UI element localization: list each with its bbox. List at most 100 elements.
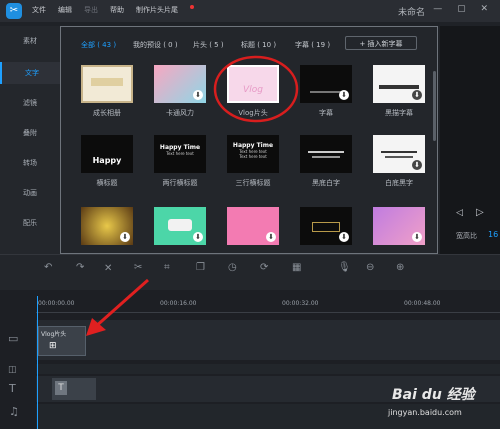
library-scrollbar[interactable] [433, 71, 436, 141]
thumb-decoration [91, 78, 123, 86]
mosaic-icon[interactable]: ▦ [292, 262, 301, 273]
zoom-in-icon[interactable]: ⊕ [396, 262, 404, 273]
play-icon[interactable]: ▷ [476, 207, 484, 218]
download-icon[interactable]: ⬇ [412, 160, 422, 170]
thumb-dark-ornament[interactable]: ⬇ [300, 207, 352, 245]
filter-intro[interactable]: 片头 ( 5 ) [193, 40, 224, 50]
ruler-tick: 00:00:32.00 [282, 300, 319, 307]
download-icon[interactable]: ⬇ [266, 232, 276, 242]
project-title: 未命名 [398, 8, 426, 18]
highlight-ring [213, 55, 299, 123]
app-logo-icon: ✂ [6, 3, 22, 19]
rotate-icon[interactable]: ⟳ [260, 262, 268, 273]
caption-three-line-title: 三行横标题 [235, 179, 271, 187]
window-controls[interactable]: — ▢ ✕ [433, 4, 494, 14]
timeline-clip-vlog[interactable]: Vlog片头 ⊞ [38, 326, 86, 356]
aspect-ratio-label: 宽高比 [456, 232, 477, 240]
thumb-title-text: Happy Time [232, 142, 274, 149]
nav-item-filter[interactable]: 滤镜 [0, 98, 60, 108]
thumb-white-on-black[interactable] [300, 135, 352, 173]
filter-all[interactable]: 全部 ( 43 ) [81, 40, 116, 50]
thumb-teal-badge[interactable]: ⬇ [154, 207, 206, 245]
caption-black-on-white: 白底黑字 [385, 179, 413, 187]
menu-make-intro[interactable]: 制作片头片尾 [136, 5, 178, 15]
download-icon[interactable]: ⬇ [193, 232, 203, 242]
filter-title[interactable]: 标题 ( 10 ) [241, 40, 276, 50]
ruler-tick: 00:00:16.00 [160, 300, 197, 307]
notification-dot [190, 5, 194, 9]
microphone-icon[interactable]: 🎙 [338, 262, 351, 273]
text-library-panel: 全部 ( 43 ) 我的预设 ( 0 ) 片头 ( 5 ) 标题 ( 10 ) … [60, 26, 438, 254]
caption-black-outline: 黑描字幕 [385, 109, 413, 117]
overlay-track-icon: ◫ [8, 365, 17, 375]
preview-panel [440, 26, 500, 254]
nav-item-animation[interactable]: 动画 [0, 188, 60, 198]
thumb-title-text: Happy Time [92, 156, 122, 165]
caption-horizontal-title: 横标题 [96, 179, 118, 187]
filter-my-presets[interactable]: 我的预设 ( 0 ) [133, 40, 178, 50]
caption-two-line-title: 两行横标题 [162, 179, 198, 187]
download-icon[interactable]: ⬇ [339, 232, 349, 242]
text-track-icon: T [9, 382, 16, 395]
download-icon[interactable]: ⬇ [412, 90, 422, 100]
menu-export[interactable]: 导出 [84, 5, 98, 15]
drag-cursor-icon: ⊞ [49, 341, 57, 351]
thumb-line [385, 156, 413, 158]
caption-white-on-black: 黑底白字 [312, 179, 340, 187]
zoom-out-icon[interactable]: ⊖ [366, 262, 374, 273]
thumb-subtitle-text: Text here text [166, 151, 194, 156]
thumb-cartoon[interactable]: ⬇ [154, 65, 206, 103]
menu-edit[interactable]: 编辑 [58, 5, 72, 15]
baidu-watermark-url: jingyan.baidu.com [388, 408, 462, 417]
nav-item-music[interactable]: 配乐 [0, 218, 60, 228]
thumb-line [310, 91, 342, 93]
nav-item-media[interactable]: 素材 [0, 36, 60, 50]
delete-icon[interactable]: ✕ [104, 263, 112, 274]
nav-item-transition[interactable]: 转场 [0, 158, 60, 168]
playhead[interactable] [37, 296, 38, 429]
aspect-ratio-value[interactable]: 16 [488, 230, 498, 239]
thumb-three-line-title[interactable]: Happy Time Text here text Text here text [227, 135, 279, 173]
undo-icon[interactable]: ↶ [44, 262, 52, 273]
thumb-title-text: Happy Time [159, 144, 201, 151]
download-icon[interactable]: ⬇ [412, 232, 422, 242]
ruler-tick: 00:00:48.00 [404, 300, 441, 307]
thumb-line [381, 151, 417, 153]
thumb-gold-burst[interactable]: ⬇ [81, 207, 133, 245]
download-icon[interactable]: ⬇ [339, 90, 349, 100]
thumb-line [379, 85, 419, 89]
thumb-purple-gradient[interactable]: ⬇ [373, 207, 425, 245]
nav-item-overlay[interactable]: 叠附 [0, 128, 60, 138]
thumb-subtitle-text: Text here text [239, 154, 267, 159]
insert-subtitle-button[interactable]: + 插入新字幕 [345, 36, 417, 50]
caption-subtitle: 字幕 [319, 109, 333, 117]
redo-icon[interactable]: ↷ [76, 262, 84, 273]
download-icon[interactable]: ⬇ [120, 232, 130, 242]
split-icon[interactable]: ✂ [134, 262, 142, 273]
speed-icon[interactable]: ◷ [228, 262, 237, 273]
copy-icon[interactable]: ❐ [196, 262, 205, 273]
menu-file[interactable]: 文件 [32, 5, 46, 15]
thumb-growth-album[interactable] [81, 65, 133, 103]
thumb-horizontal-title[interactable]: Happy Time [81, 135, 133, 173]
thumb-subtitle[interactable]: ⬇ [300, 65, 352, 103]
step-back-icon[interactable]: ◁ [456, 208, 463, 218]
download-icon[interactable]: ⬇ [193, 90, 203, 100]
crop-icon[interactable]: ⌗ [164, 262, 170, 273]
thumb-black-outline[interactable]: ⬇ [373, 65, 425, 103]
thumb-black-on-white[interactable]: ⬇ [373, 135, 425, 173]
edit-toolbar [0, 254, 500, 291]
menu-help[interactable]: 帮助 [110, 5, 124, 15]
nav-item-text[interactable]: 文字 [0, 62, 62, 84]
filter-subtitle[interactable]: 字幕 ( 19 ) [295, 40, 330, 50]
thumb-frame [312, 222, 340, 232]
thumb-pink-frame[interactable]: ⬇ [227, 207, 279, 245]
ruler-tick: 00:00:00.00 [38, 300, 75, 307]
caption-cartoon: 卡通风力 [166, 109, 194, 117]
thumb-two-line-title[interactable]: Happy Time Text here text [154, 135, 206, 173]
text-clip-mark: T [55, 381, 67, 395]
caption-growth-album: 成长相册 [93, 109, 121, 117]
video-track-icon: ▭ [8, 332, 19, 345]
annotation-arrow [86, 278, 149, 336]
overlay-track[interactable] [36, 364, 500, 374]
